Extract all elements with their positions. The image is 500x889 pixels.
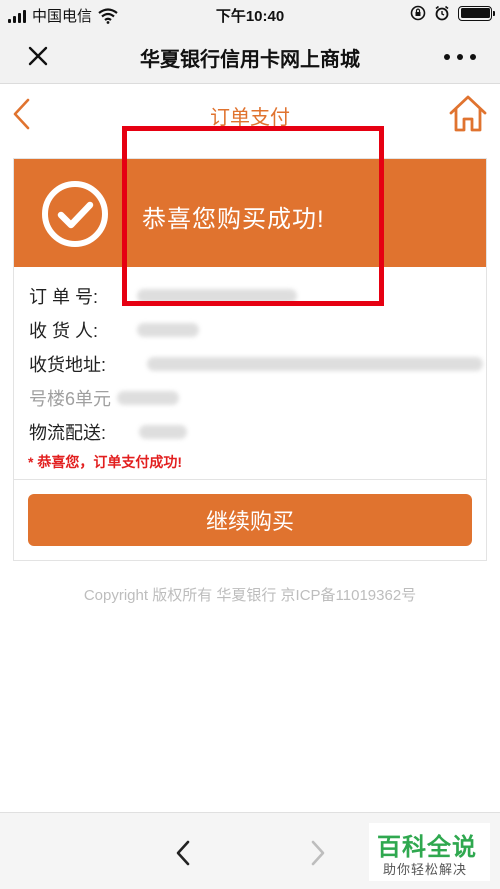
alarm-icon (435, 5, 449, 21)
copyright-text: Copyright 版权所有 华夏银行 京ICP备11019362号 (83, 587, 417, 604)
nav-title: 华夏银行信用卡网上商城 (140, 49, 360, 71)
watermark-subtitle: 助你轻松解决 (383, 862, 468, 877)
chevron-right-icon[interactable] (305, 839, 329, 867)
address-label: 收货地址: (29, 355, 107, 375)
nav-bar: 华夏银行信用卡网上商城 (0, 30, 500, 84)
address-line2: 号楼6单元 (29, 389, 112, 409)
chevron-left-icon[interactable] (172, 839, 196, 867)
status-right (410, 5, 495, 21)
address-line2-value (117, 391, 179, 405)
status-bar: 中国电信 下午10:40 (0, 0, 500, 30)
receiver-label: 收 货 人: (29, 321, 99, 341)
receiver-value (137, 323, 199, 337)
card-divider (13, 479, 487, 480)
order-no-label: 订 单 号: (29, 287, 99, 307)
home-icon[interactable] (448, 93, 488, 133)
rotation-lock-icon (410, 5, 426, 21)
address-value (147, 357, 483, 371)
continue-buy-button[interactable]: 继续购买 (28, 494, 472, 546)
watermark: 百科全说 助你轻松解决 (369, 823, 490, 881)
more-dots-icon[interactable] (444, 43, 476, 71)
delivery-label: 物流配送: (29, 423, 107, 443)
check-circle-icon (42, 181, 108, 247)
battery-icon (458, 5, 495, 21)
highlight-box (122, 126, 384, 306)
watermark-title: 百科全说 (377, 834, 477, 861)
success-note: * 恭喜您，订单支付成功! (28, 454, 182, 470)
delivery-value (139, 425, 187, 439)
